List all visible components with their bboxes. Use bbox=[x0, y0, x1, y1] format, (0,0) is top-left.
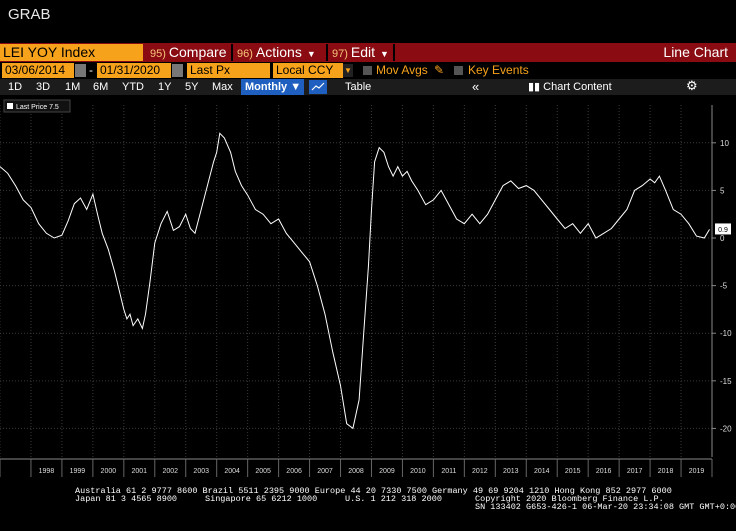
x-tick-label: 2008 bbox=[348, 468, 364, 475]
x-tick-label: 2000 bbox=[101, 468, 117, 475]
field-select[interactable]: Last Px bbox=[187, 63, 270, 78]
x-tick-label: 2009 bbox=[379, 468, 395, 475]
footer-singapore: Singapore 65 6212 1000 bbox=[205, 494, 318, 504]
currency-select[interactable]: Local CCY bbox=[273, 63, 343, 78]
table-button[interactable]: Table bbox=[345, 80, 371, 94]
x-tick-label: 2016 bbox=[596, 468, 612, 475]
actions-dropdown-icon: ▼ bbox=[306, 49, 316, 59]
end-date-input[interactable]: 01/31/2020 bbox=[97, 63, 171, 78]
y-tick-label: 0 bbox=[720, 234, 725, 243]
period-1d[interactable]: 1D bbox=[8, 80, 22, 94]
x-tick-label: 2019 bbox=[689, 468, 705, 475]
actions-label: Actions bbox=[255, 44, 302, 60]
line-chart-icon[interactable] bbox=[309, 80, 327, 94]
footer-us: U.S. 1 212 318 2000 bbox=[345, 494, 442, 504]
x-tick-label: 1998 bbox=[39, 468, 55, 475]
actions-menu[interactable]: 96) Actions ▼ bbox=[237, 44, 316, 61]
menu-separator bbox=[393, 44, 395, 61]
compare-number: 95) bbox=[150, 48, 166, 60]
menu-separator bbox=[326, 44, 328, 61]
period-max[interactable]: Max bbox=[212, 80, 233, 94]
window-title: GRAB bbox=[8, 6, 51, 23]
chart-content-label: Chart Content bbox=[543, 81, 612, 93]
calendar-icon[interactable] bbox=[172, 64, 183, 77]
x-tick-label: 2011 bbox=[441, 468, 456, 475]
period-1m[interactable]: 1M bbox=[65, 80, 80, 94]
frequency-dropdown-icon: ▼ bbox=[290, 81, 302, 93]
x-tick-label: 1999 bbox=[70, 468, 86, 475]
edit-dropdown-icon: ▼ bbox=[380, 49, 389, 59]
x-tick-label: 2005 bbox=[255, 468, 271, 475]
period-ytd[interactable]: YTD bbox=[122, 80, 144, 94]
y-tick-label: 10 bbox=[720, 139, 729, 148]
chart-content-button[interactable]: ▮▮ Chart Content bbox=[528, 80, 612, 94]
x-tick-label: 2013 bbox=[503, 468, 519, 475]
x-tick-label: 2006 bbox=[286, 468, 302, 475]
currency-dropdown-icon[interactable]: ▼ bbox=[343, 64, 353, 77]
compare-menu[interactable]: 95) Compare bbox=[150, 44, 227, 61]
gear-icon[interactable]: ⚙ bbox=[686, 78, 698, 94]
y-tick-label: 5 bbox=[720, 186, 725, 195]
x-tick-label: 2015 bbox=[565, 468, 581, 475]
x-tick-label: 2017 bbox=[627, 468, 643, 475]
x-tick-label: 2002 bbox=[162, 468, 178, 475]
y-tick-label: -10 bbox=[720, 329, 732, 338]
chart-content-icon: ▮▮ bbox=[528, 81, 544, 93]
frequency-select[interactable]: Monthly ▼ bbox=[241, 79, 304, 95]
chart-type-label: Line Chart bbox=[663, 44, 728, 60]
x-tick-label: 2018 bbox=[658, 468, 674, 475]
legend-swatch bbox=[7, 103, 13, 109]
y-tick-label: -20 bbox=[720, 424, 732, 433]
pencil-icon[interactable]: ✎ bbox=[434, 63, 444, 78]
ticker-input[interactable]: LEI YOY Index bbox=[0, 44, 143, 61]
key-events-label: Key Events bbox=[468, 63, 529, 77]
menu-separator bbox=[231, 44, 233, 61]
edit-number: 97) bbox=[332, 48, 348, 60]
mov-avgs-label: Mov Avgs bbox=[376, 63, 428, 77]
period-3d[interactable]: 3D bbox=[36, 80, 50, 94]
x-tick-label: 2007 bbox=[317, 468, 333, 475]
actions-number: 96) bbox=[237, 48, 253, 60]
x-tick-label: 2001 bbox=[132, 468, 148, 475]
x-tick-label: 2014 bbox=[534, 468, 550, 475]
line-chart-glyph bbox=[311, 82, 325, 91]
frequency-label: Monthly bbox=[245, 81, 288, 93]
edit-label: Edit bbox=[350, 44, 376, 60]
period-1y[interactable]: 1Y bbox=[158, 80, 171, 94]
x-tick-label: 2010 bbox=[410, 468, 426, 475]
footer-sn: SN 133402 G653-426-1 06-Mar-20 23:34:08 … bbox=[475, 502, 736, 512]
period-6m[interactable]: 6M bbox=[93, 80, 108, 94]
collapse-chevron-icon[interactable]: « bbox=[472, 79, 479, 95]
key-events-checkbox[interactable] bbox=[454, 66, 463, 75]
start-date-input[interactable]: 03/06/2014 bbox=[2, 63, 74, 78]
compare-label: Compare bbox=[168, 44, 227, 60]
x-tick-label: 2012 bbox=[472, 468, 488, 475]
x-tick-label: 2003 bbox=[193, 468, 209, 475]
mov-avgs-checkbox[interactable] bbox=[363, 66, 372, 75]
legend-label: Last Price 7.5 bbox=[16, 104, 59, 111]
edit-menu[interactable]: 97) Edit ▼ bbox=[332, 44, 389, 61]
footer-japan: Japan 81 3 4565 8900 bbox=[75, 494, 178, 504]
calendar-icon[interactable] bbox=[75, 64, 86, 77]
date-dash: - bbox=[89, 63, 93, 77]
x-tick-label: 2004 bbox=[224, 468, 240, 475]
last-value-label: 0.9 bbox=[718, 227, 728, 234]
period-5y[interactable]: 5Y bbox=[185, 80, 198, 94]
line-chart: 1998 1999 2000 2001 2002 2003 2004 2005 2006 2007… bbox=[0, 97, 736, 480]
y-tick-label: -15 bbox=[720, 377, 732, 386]
y-tick-label: -5 bbox=[720, 282, 728, 291]
